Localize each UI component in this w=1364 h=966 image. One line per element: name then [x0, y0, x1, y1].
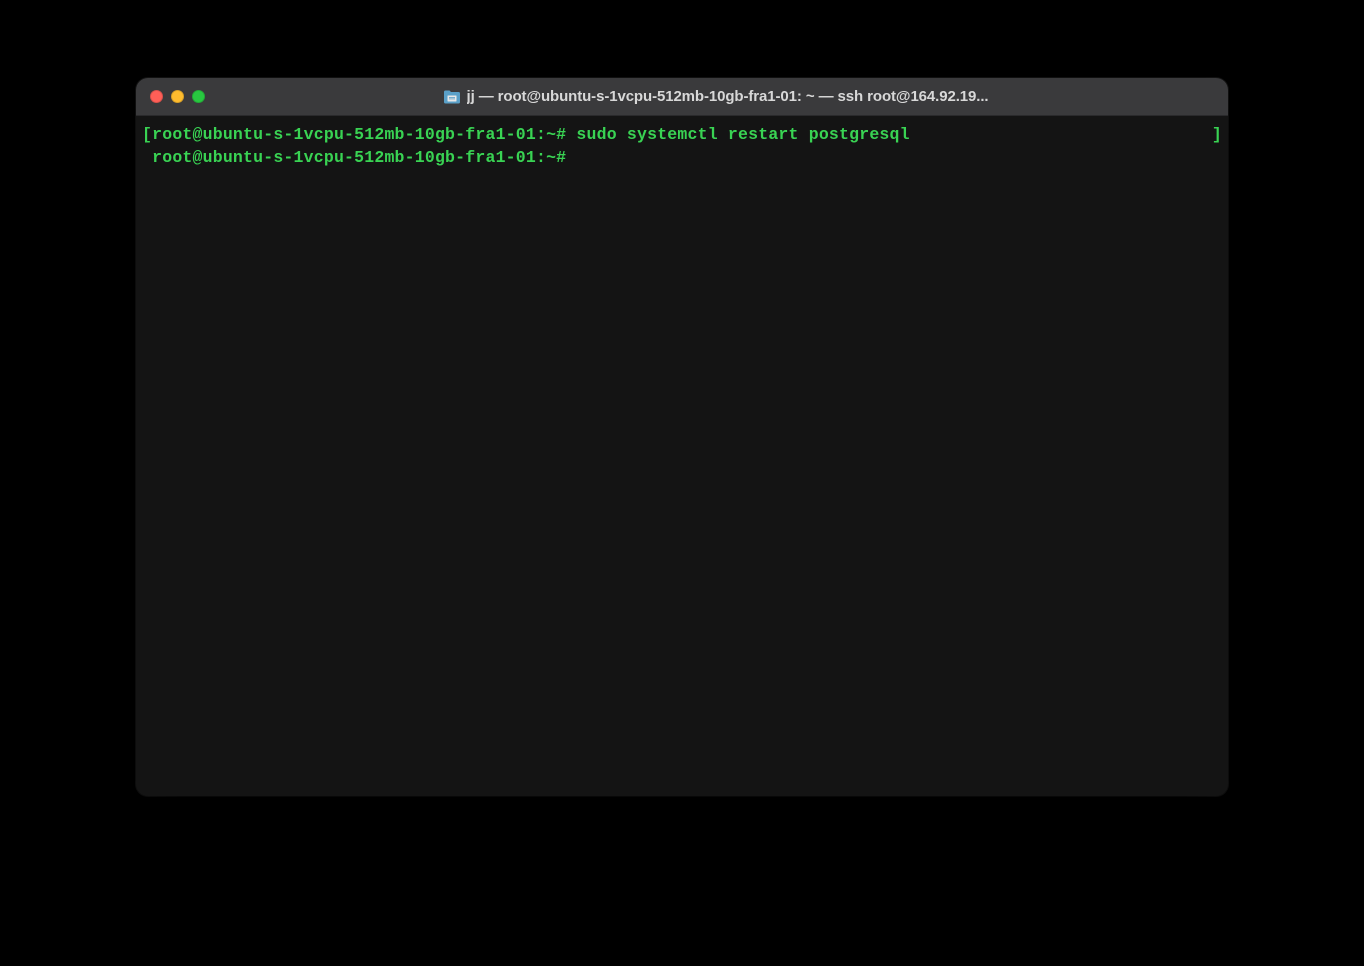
- minimize-button[interactable]: [171, 90, 184, 103]
- close-button[interactable]: [150, 90, 163, 103]
- prompt-close-bracket: ]: [1212, 124, 1222, 147]
- title-content: jj — root@ubuntu-s-1vcpu-512mb-10gb-fra1…: [213, 88, 1214, 105]
- terminal-window: jj — root@ubuntu-s-1vcpu-512mb-10gb-fra1…: [136, 78, 1228, 796]
- zoom-button[interactable]: [192, 90, 205, 103]
- titlebar[interactable]: jj — root@ubuntu-s-1vcpu-512mb-10gb-fra1…: [136, 78, 1228, 116]
- window-title: jj — root@ubuntu-s-1vcpu-512mb-10gb-fra1…: [467, 88, 989, 105]
- terminal-line: root@ubuntu-s-1vcpu-512mb-10gb-fra1-01:~…: [142, 147, 1222, 170]
- folder-icon: [443, 90, 461, 104]
- prompt-open-bracket: [: [142, 125, 152, 144]
- shell-prompt: root@ubuntu-s-1vcpu-512mb-10gb-fra1-01:~…: [152, 125, 566, 144]
- shell-prompt: root@ubuntu-s-1vcpu-512mb-10gb-fra1-01:~…: [152, 148, 566, 167]
- terminal-line: [root@ubuntu-s-1vcpu-512mb-10gb-fra1-01:…: [142, 124, 1222, 147]
- traffic-lights: [150, 90, 205, 103]
- terminal-body[interactable]: [root@ubuntu-s-1vcpu-512mb-10gb-fra1-01:…: [136, 116, 1228, 796]
- shell-command: sudo systemctl restart postgresql: [566, 125, 909, 144]
- prompt-open-bracket: [142, 148, 152, 167]
